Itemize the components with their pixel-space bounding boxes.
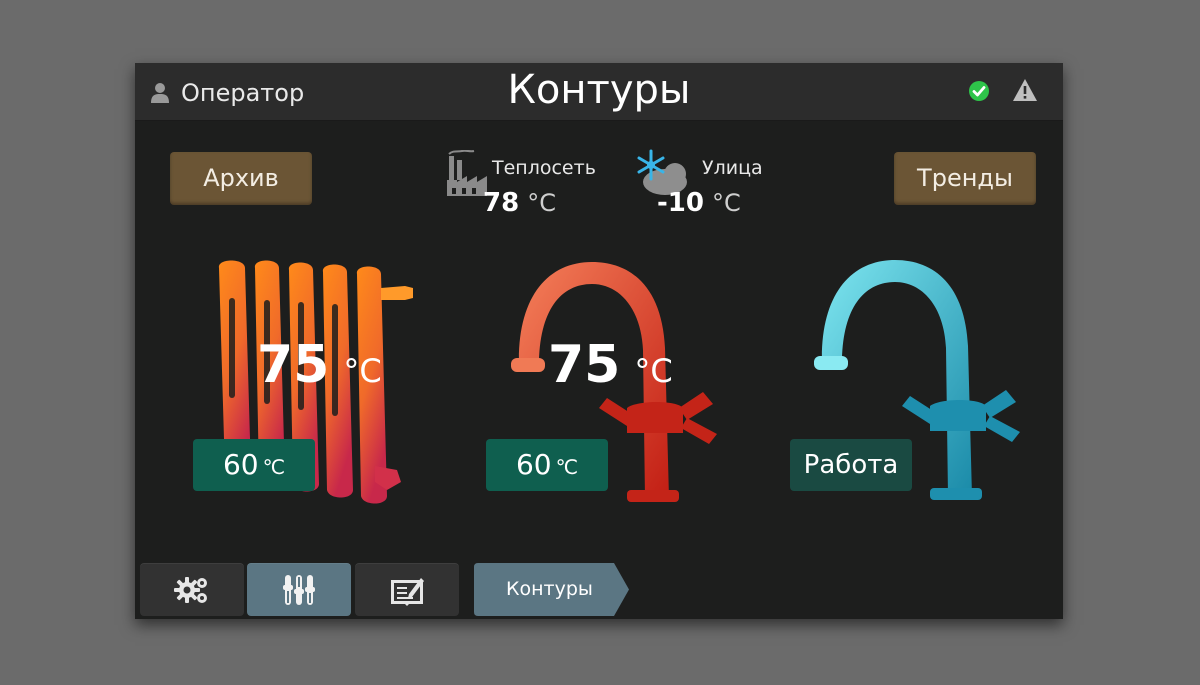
outside-value: -10 °C [657, 188, 741, 218]
breadcrumb[interactable]: Контуры [474, 563, 629, 616]
trends-button[interactable]: Тренды [894, 152, 1036, 205]
warning-triangle-icon[interactable] [1012, 77, 1038, 103]
cold-water-status-button[interactable]: Работа [790, 439, 912, 491]
top-bar: Оператор Контуры [135, 63, 1063, 121]
page-title: Контуры [507, 67, 691, 113]
controls-button[interactable] [247, 563, 351, 616]
journal-button[interactable] [355, 563, 459, 616]
hot-water-setpoint-button[interactable]: 60 ℃ [486, 439, 608, 491]
hot-water-temperature: 75 °C [548, 335, 673, 395]
radiator-setpoint-button[interactable]: 60 ℃ [193, 439, 315, 491]
main-panel: Оператор Контуры Архив Тренды Теплосеть … [135, 63, 1063, 619]
settings-button[interactable] [140, 563, 244, 616]
breadcrumb-label: Контуры [506, 578, 593, 600]
heating-network-value: 78 °C [483, 188, 556, 218]
check-circle-icon[interactable] [967, 79, 991, 103]
factory-icon [447, 150, 487, 196]
sliders-icon [283, 574, 315, 605]
radiator-temperature: 75 °C [257, 335, 382, 395]
outside-label: Улица [702, 157, 763, 179]
archive-button[interactable]: Архив [170, 152, 312, 205]
heating-network-label: Теплосеть [492, 157, 596, 179]
journal-icon [391, 577, 424, 606]
gears-icon [174, 576, 207, 603]
